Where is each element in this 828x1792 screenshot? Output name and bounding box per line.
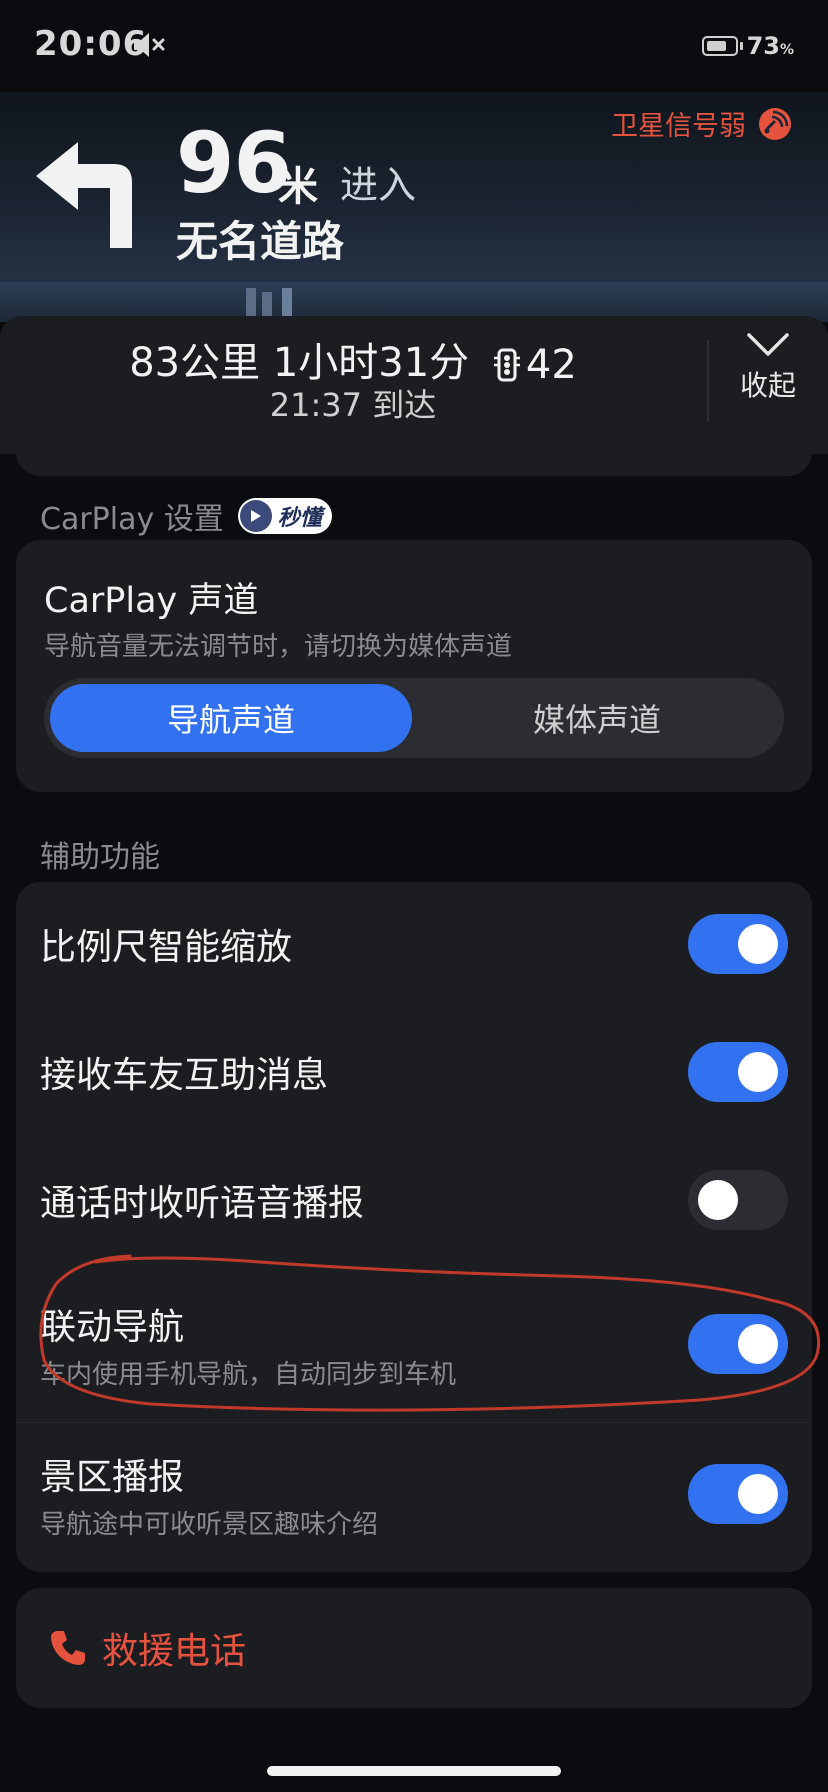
setting-subtitle: 导航途中可收听景区趣味介绍	[40, 1510, 379, 1540]
mute-icon	[134, 33, 165, 57]
divider	[707, 340, 709, 422]
setting-subtitle: 车内使用手机导航，自动同步到车机	[40, 1360, 457, 1390]
collapse-label: 收起	[739, 369, 796, 402]
previous-settings-card	[16, 424, 812, 476]
trip-eta: 21:37 到达	[269, 386, 437, 424]
rescue-call-button[interactable]: 救援电话	[16, 1588, 812, 1708]
satellite-warning[interactable]: 卫星信号弱	[611, 104, 792, 143]
call-voice-toggle[interactable]	[688, 1170, 788, 1230]
rescue-call-label: 救援电话	[102, 1631, 247, 1672]
setting-title: 联动导航	[40, 1307, 185, 1348]
play-icon	[239, 500, 272, 532]
status-bar: 20:06 73%	[0, 0, 828, 92]
chevron-down-icon	[747, 333, 789, 356]
traffic-light-icon	[493, 348, 520, 382]
linked-navigation-toggle[interactable]	[688, 1314, 788, 1374]
help-messages-toggle[interactable]	[688, 1042, 788, 1102]
carplay-channel-card: CarPlay 声道 导航音量无法调节时，请切换为媒体声道 导航声道 媒体声道	[16, 540, 812, 792]
road-name: 无名道路	[176, 217, 345, 266]
navigation-header: 卫星信号弱 96 米 进入 无名道路	[0, 92, 828, 322]
satellite-signal-icon	[759, 107, 791, 140]
settings-panel: CarPlay 设置 秒懂 CarPlay 声道 导航音量无法调节时，请切换为媒…	[0, 424, 828, 1792]
setting-title: 接收车友互助消息	[40, 1055, 329, 1096]
setting-title: 比例尺智能缩放	[40, 927, 293, 968]
battery-indicator: 73%	[701, 32, 794, 60]
setting-title: 通话时收听语音播报	[40, 1183, 365, 1224]
carplay-channel-description: 导航音量无法调节时，请切换为媒体声道	[44, 632, 513, 662]
maneuver-action: 进入	[340, 163, 417, 207]
setting-title: 景区播报	[40, 1457, 185, 1498]
maneuver-distance-unit: 米	[278, 164, 318, 210]
home-indicator[interactable]	[267, 1766, 561, 1776]
turn-left-arrow-icon	[36, 142, 132, 248]
maneuver-distance: 96	[176, 114, 292, 212]
carplay-section-title: CarPlay 设置	[40, 502, 224, 537]
satellite-warning-label: 卫星信号弱	[611, 111, 746, 142]
status-time: 20:06	[34, 24, 148, 64]
nav-channel-option[interactable]: 导航声道	[50, 684, 412, 752]
assist-section-title: 辅助功能	[40, 840, 160, 875]
media-channel-option[interactable]: 媒体声道	[414, 684, 780, 752]
carplay-channel-title: CarPlay 声道	[44, 581, 259, 621]
scale-zoom-toggle[interactable]	[688, 914, 788, 974]
tutorial-badge[interactable]: 秒懂	[237, 498, 332, 534]
divider	[16, 1422, 812, 1423]
carplay-section-header: CarPlay 设置 秒懂	[40, 494, 332, 538]
tutorial-badge-label: 秒懂	[277, 506, 322, 531]
battery-icon	[701, 36, 738, 56]
channel-segmented-control: 导航声道 媒体声道	[44, 678, 784, 758]
scenic-broadcast-toggle[interactable]	[688, 1464, 788, 1524]
phone-icon	[51, 1631, 85, 1665]
battery-percent: 73	[746, 32, 780, 60]
assist-section-header: 辅助功能	[40, 832, 160, 876]
